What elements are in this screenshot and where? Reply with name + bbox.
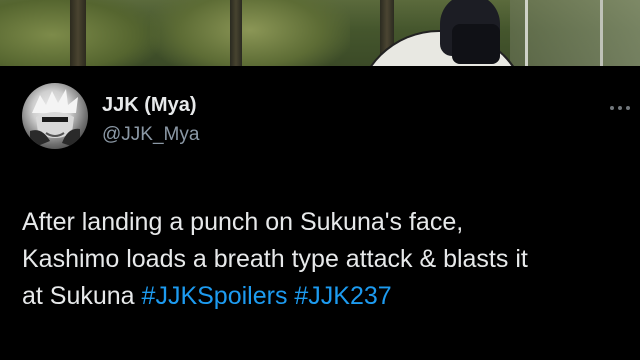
- tweet-text-line: at Sukuna #JJKSpoilers #JJK237: [22, 278, 634, 315]
- dot: [626, 106, 630, 110]
- hashtag-link[interactable]: #JJKSpoilers: [142, 282, 288, 310]
- scene-foliage: [150, 0, 350, 66]
- more-options-icon[interactable]: [606, 100, 634, 116]
- tweet-text-fragment: at Sukuna: [22, 282, 135, 310]
- scene-railing: [525, 0, 528, 66]
- hashtag-link[interactable]: #JJK237: [294, 282, 391, 310]
- author-handle[interactable]: @JJK_Mya: [102, 124, 199, 146]
- avatar[interactable]: [22, 83, 88, 149]
- scene-railing: [600, 0, 603, 66]
- dot: [618, 106, 622, 110]
- scene-character-shadow: [452, 24, 500, 64]
- scene-tree-trunk: [70, 0, 86, 66]
- tweet-text: After landing a punch on Sukuna's face, …: [22, 204, 634, 315]
- tweet-card: JJK (Mya) @JJK_Mya After landing a punch…: [0, 66, 640, 360]
- scene-background: [510, 0, 640, 66]
- dot: [610, 106, 614, 110]
- author-display-name[interactable]: JJK (Mya): [102, 94, 196, 117]
- avatar-illustration: [30, 89, 80, 149]
- tweet-text-line: After landing a punch on Sukuna's face,: [22, 208, 464, 236]
- tweet-text-line: Kashimo loads a breath type attack & bla…: [22, 245, 528, 273]
- anime-scene-image: [0, 0, 640, 66]
- scene-tree-trunk: [230, 0, 242, 66]
